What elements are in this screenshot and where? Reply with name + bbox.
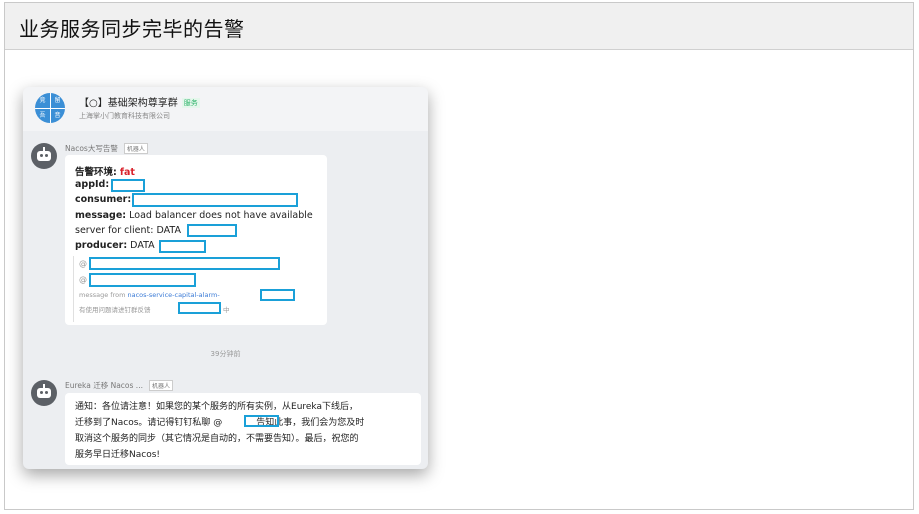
group-company: 上海掌小门教育科技有限公司 — [79, 112, 170, 120]
help-suffix: 中 — [223, 306, 230, 314]
notice-line: 迁移到了Nacos。请记得钉钉私聊 @ 告知此事，我们会为您及时 — [75, 415, 364, 428]
quote-block: @ @ message from nacos-service-capital-a… — [73, 256, 324, 322]
notice-line: 取消这个服务的同步（其它情况是自动的，不需要告知）。最后，祝您的 — [75, 434, 359, 444]
redaction-box — [260, 289, 295, 301]
env-label: 告警环境: — [75, 167, 117, 178]
message-source: message from nacos-service-capital-alarm… — [79, 291, 220, 299]
redaction-box — [178, 302, 221, 314]
group-tag: 服务 — [181, 98, 200, 108]
logo-char: 音 — [54, 112, 61, 119]
help-text: 有使用问题请进钉群反馈 — [79, 304, 151, 314]
figure-frame: 业务服务同步完毕的告警 竞 留 吾 音 【○】基础架构尊享群 服务 上海掌小门教育… — [4, 2, 914, 510]
redaction-box — [111, 179, 145, 192]
group-logo: 竞 留 吾 音 — [35, 93, 65, 123]
page-title: 业务服务同步完毕的告警 — [19, 17, 245, 41]
producer-text: DATA — [130, 240, 155, 251]
robot-avatar-icon[interactable] — [31, 380, 57, 406]
robot-tag: 机器人 — [123, 143, 148, 154]
group-name-text: 【○】基础架构尊享群 — [79, 98, 178, 109]
redaction-box — [159, 240, 206, 253]
source-link[interactable]: nacos-service-capital-alarm- — [127, 291, 219, 299]
message-line: message: Load balancer does not have ava… — [75, 210, 313, 221]
mention-symbol: @ — [79, 275, 87, 284]
chat-screenshot: 竞 留 吾 音 【○】基础架构尊享群 服务 上海掌小门教育科技有限公司 Nacos… — [23, 87, 428, 469]
notice-message-bubble[interactable]: 通知：各位请注意！如果您的某个服务的所有实例，从Eureka下线后， 迁移到了N… — [65, 393, 421, 465]
logo-char: 留 — [54, 97, 61, 104]
message-line-2: server for client: DATA — [75, 225, 181, 236]
producer-line: producer: DATA — [75, 240, 155, 251]
group-name: 【○】基础架构尊享群 服务 — [79, 94, 200, 109]
env-value: fat — [119, 167, 135, 178]
producer-label: producer: — [75, 240, 128, 251]
mention-symbol: @ — [79, 259, 87, 268]
message-sender: Eureka 迁移 Nacos ... 机器人 — [65, 380, 173, 391]
title-bar: 业务服务同步完毕的告警 — [5, 3, 913, 50]
sender-name: Eureka 迁移 Nacos ... — [65, 381, 143, 390]
redaction-box — [89, 257, 280, 270]
redaction-box — [132, 193, 298, 207]
appid-label: appId: — [75, 179, 110, 190]
alert-message-bubble[interactable]: 告警环境: fat appId: consumer: message: Load… — [65, 155, 327, 325]
robot-tag: 机器人 — [148, 380, 173, 391]
notice-text: 迁移到了Nacos。请记得钉钉私聊 @ — [75, 418, 223, 428]
redaction-box — [187, 224, 237, 237]
help-text-main: 有使用问题请进钉群反馈 — [79, 306, 151, 314]
notice-line: 服务早日迁移Nacos! — [75, 450, 160, 460]
consumer-label: consumer: — [75, 194, 132, 205]
consumer-line: consumer: — [75, 194, 131, 205]
sender-name: Nacos大写告警 — [65, 144, 118, 153]
logo-char: 竞 — [39, 97, 46, 104]
message-text: Load balancer does not have available — [129, 210, 313, 221]
logo-char: 吾 — [39, 112, 46, 119]
group-header[interactable]: 竞 留 吾 音 【○】基础架构尊享群 服务 上海掌小门教育科技有限公司 — [23, 87, 428, 131]
robot-avatar-icon[interactable] — [31, 143, 57, 169]
message-text-2: server for client: DATA — [75, 225, 181, 236]
message-sender: Nacos大写告警 机器人 — [65, 143, 148, 154]
source-prefix: message from — [79, 291, 126, 299]
message-timestamp: 39分钟前 — [210, 350, 241, 358]
appid-line: appId: — [75, 179, 109, 190]
redaction-box — [89, 273, 196, 287]
env-line: 告警环境: fat — [75, 164, 135, 178]
redaction-box — [244, 415, 279, 427]
message-label: message: — [75, 210, 127, 221]
notice-line: 通知：各位请注意！如果您的某个服务的所有实例，从Eureka下线后， — [75, 402, 359, 412]
